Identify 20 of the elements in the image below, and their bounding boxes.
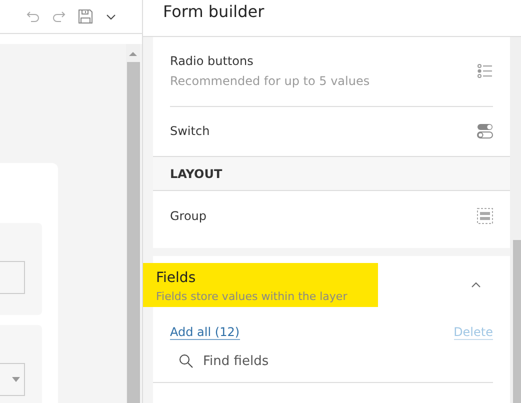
dropdown-arrow-icon: [12, 377, 20, 382]
add-all-link[interactable]: Add all (12): [170, 325, 240, 340]
element-item[interactable]: Switch: [153, 106, 510, 156]
chevron-down-icon: [106, 14, 116, 20]
save-button[interactable]: [76, 8, 94, 26]
section-title: Fields: [156, 270, 197, 286]
input-field[interactable]: [0, 261, 25, 294]
section-header: LAYOUT: [153, 156, 510, 191]
search-icon: [179, 354, 193, 368]
section-subtitle: Fields store values within the layer: [156, 290, 348, 303]
dropdown-field[interactable]: [0, 363, 25, 396]
panel-title: Form builder: [163, 2, 264, 20]
element-item[interactable]: Radio buttons Recommended for up to 5 values: [153, 37, 510, 106]
scrollbar[interactable]: [126, 44, 140, 403]
toggle-switch-icon: [477, 123, 493, 139]
search-field[interactable]: Find fields: [201, 352, 476, 370]
radio-list-icon: [477, 63, 493, 79]
scrollbar[interactable]: [510, 37, 521, 403]
element-item[interactable]: Group: [153, 191, 510, 241]
group-icon: [477, 208, 493, 224]
